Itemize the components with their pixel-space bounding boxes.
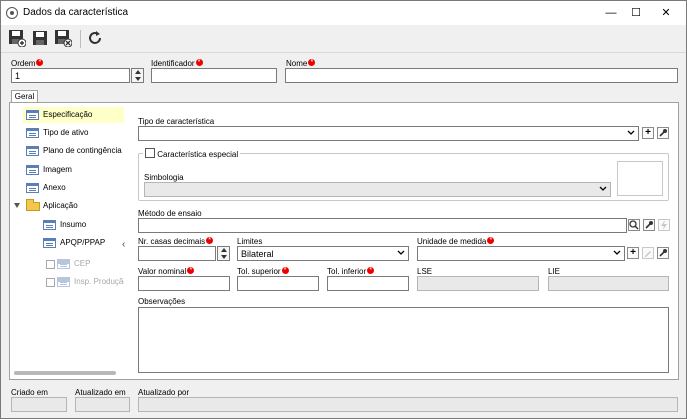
pick-metodo-button[interactable] [643,219,655,231]
tree-item-insp-producao[interactable]: Insp. Produção [54,274,124,290]
tol-superior-label: Tol. superior * [237,267,289,276]
atualizado-por-input [138,397,678,412]
casas-decimais-input[interactable] [138,246,216,261]
tree-item-especificacao[interactable]: Especificação [23,107,124,123]
pick-icon [659,129,667,137]
close-button[interactable]: ✕ [651,1,681,25]
search-metodo-button[interactable] [628,219,640,231]
atualizado-em-label: Atualizado em [75,388,126,397]
bolt-metodo-button[interactable] [658,219,670,231]
pick-icon [659,249,667,257]
pencil-icon [645,251,651,257]
casas-decimais-spinner[interactable] [217,246,230,261]
chevron-down-icon [627,130,635,135]
atualizado-em-input [75,397,130,412]
tree-item-anexo[interactable]: Anexo [23,180,124,196]
ordem-label: Ordem * [11,59,44,68]
simbologia-select[interactable] [144,182,611,197]
chevron-down-icon [613,250,621,255]
atualizado-por-label: Atualizado por [138,388,190,397]
metodo-ensaio-label: Método de ensaio [138,209,202,218]
window-title: Dados da característica [23,7,129,18]
unidade-medida-select[interactable] [417,246,625,261]
tree-item-cep[interactable]: CEP [54,256,124,272]
refresh-icon[interactable] [86,29,104,47]
identificador-input[interactable] [151,68,277,83]
simbologia-label: Simbologia [144,173,184,182]
tol-inferior-label: Tol. inferior * [327,267,375,276]
tree-item-aplicacao[interactable]: Aplicação [23,198,124,214]
nome-input[interactable] [285,68,678,83]
form-icon [43,238,56,248]
observacoes-textarea[interactable] [138,307,669,373]
form-icon [26,128,39,138]
tol-inferior-input[interactable] [327,276,409,291]
form-icon [26,110,39,120]
ordem-input[interactable]: 1 [11,68,130,83]
chevron-down-icon [599,186,607,191]
save-icon[interactable] [31,29,49,47]
chevron-down-icon [397,250,405,255]
pick-icon [645,221,653,229]
lse-label: LSE [417,267,433,276]
pick-unidade-button[interactable] [657,247,669,259]
app-icon [6,7,18,19]
form-icon [26,165,39,175]
observacoes-label: Observações [138,297,186,306]
navigation-tree: Especificação Tipo de ativo Plano de con… [10,103,124,379]
metodo-ensaio-input[interactable] [138,218,627,233]
identificador-label: Identificador * [151,59,203,68]
form-icon [57,259,70,269]
lightning-icon [661,220,667,230]
search-tipo-button[interactable] [657,127,669,139]
add-tipo-button[interactable]: + [642,127,654,139]
save-close-icon[interactable] [54,29,73,48]
add-unidade-button[interactable]: + [627,247,639,259]
tipo-caracteristica-select[interactable] [138,126,639,141]
unidade-medida-label: Unidade de medida * [417,237,495,246]
characteristic-dialog: Dados da característica — ☐ ✕ Ordem * 1 I… [0,0,687,419]
lie-input [548,276,669,291]
toolbar [1,25,686,53]
nome-label: Nome * [286,59,316,68]
save-new-icon[interactable] [8,29,27,48]
simbologia-image [617,161,663,196]
limites-select[interactable]: Bilateral [237,246,409,261]
form-icon [26,146,39,156]
folder-icon [26,199,40,211]
ordem-spinner[interactable] [131,68,144,83]
collapse-tree-icon[interactable]: ‹ [122,239,125,250]
tree-item-apqp-ppap[interactable]: APQP/PPAP [40,235,124,251]
tree-scrollbar[interactable] [14,371,116,375]
valor-nominal-input[interactable] [138,276,230,291]
tree-item-tipo-ativo[interactable]: Tipo de ativo [23,125,124,141]
toolbar-separator [80,30,81,48]
form-icon [57,277,70,287]
lie-label: LIE [548,267,561,276]
caracteristica-especial-checkbox[interactable] [145,148,155,158]
valor-nominal-label: Valor nominal * [138,267,195,276]
form-icon [43,220,56,230]
criado-em-label: Criado em [11,388,48,397]
tipo-caracteristica-label: Tipo de característica [138,117,215,126]
expand-arrow-icon[interactable] [14,203,20,208]
tree-item-insumo[interactable]: Insumo [40,217,124,233]
edit-unidade-button[interactable] [642,247,654,259]
casas-decimais-label: Nr. casas decimais * [138,237,214,246]
criado-em-input [11,397,67,412]
tree-item-plano-contingencia[interactable]: Plano de contingência [23,143,124,159]
form-icon [26,183,39,193]
limites-label: Limites [237,237,263,246]
tree-item-imagem[interactable]: Imagem [23,162,124,178]
title-bar: Dados da característica — ☐ ✕ [1,1,686,25]
tol-superior-input[interactable] [237,276,319,291]
maximize-button[interactable]: ☐ [621,1,651,25]
caracteristica-especial-legend: Característica especial [143,147,241,159]
lse-input [417,276,539,291]
search-icon [629,220,639,230]
